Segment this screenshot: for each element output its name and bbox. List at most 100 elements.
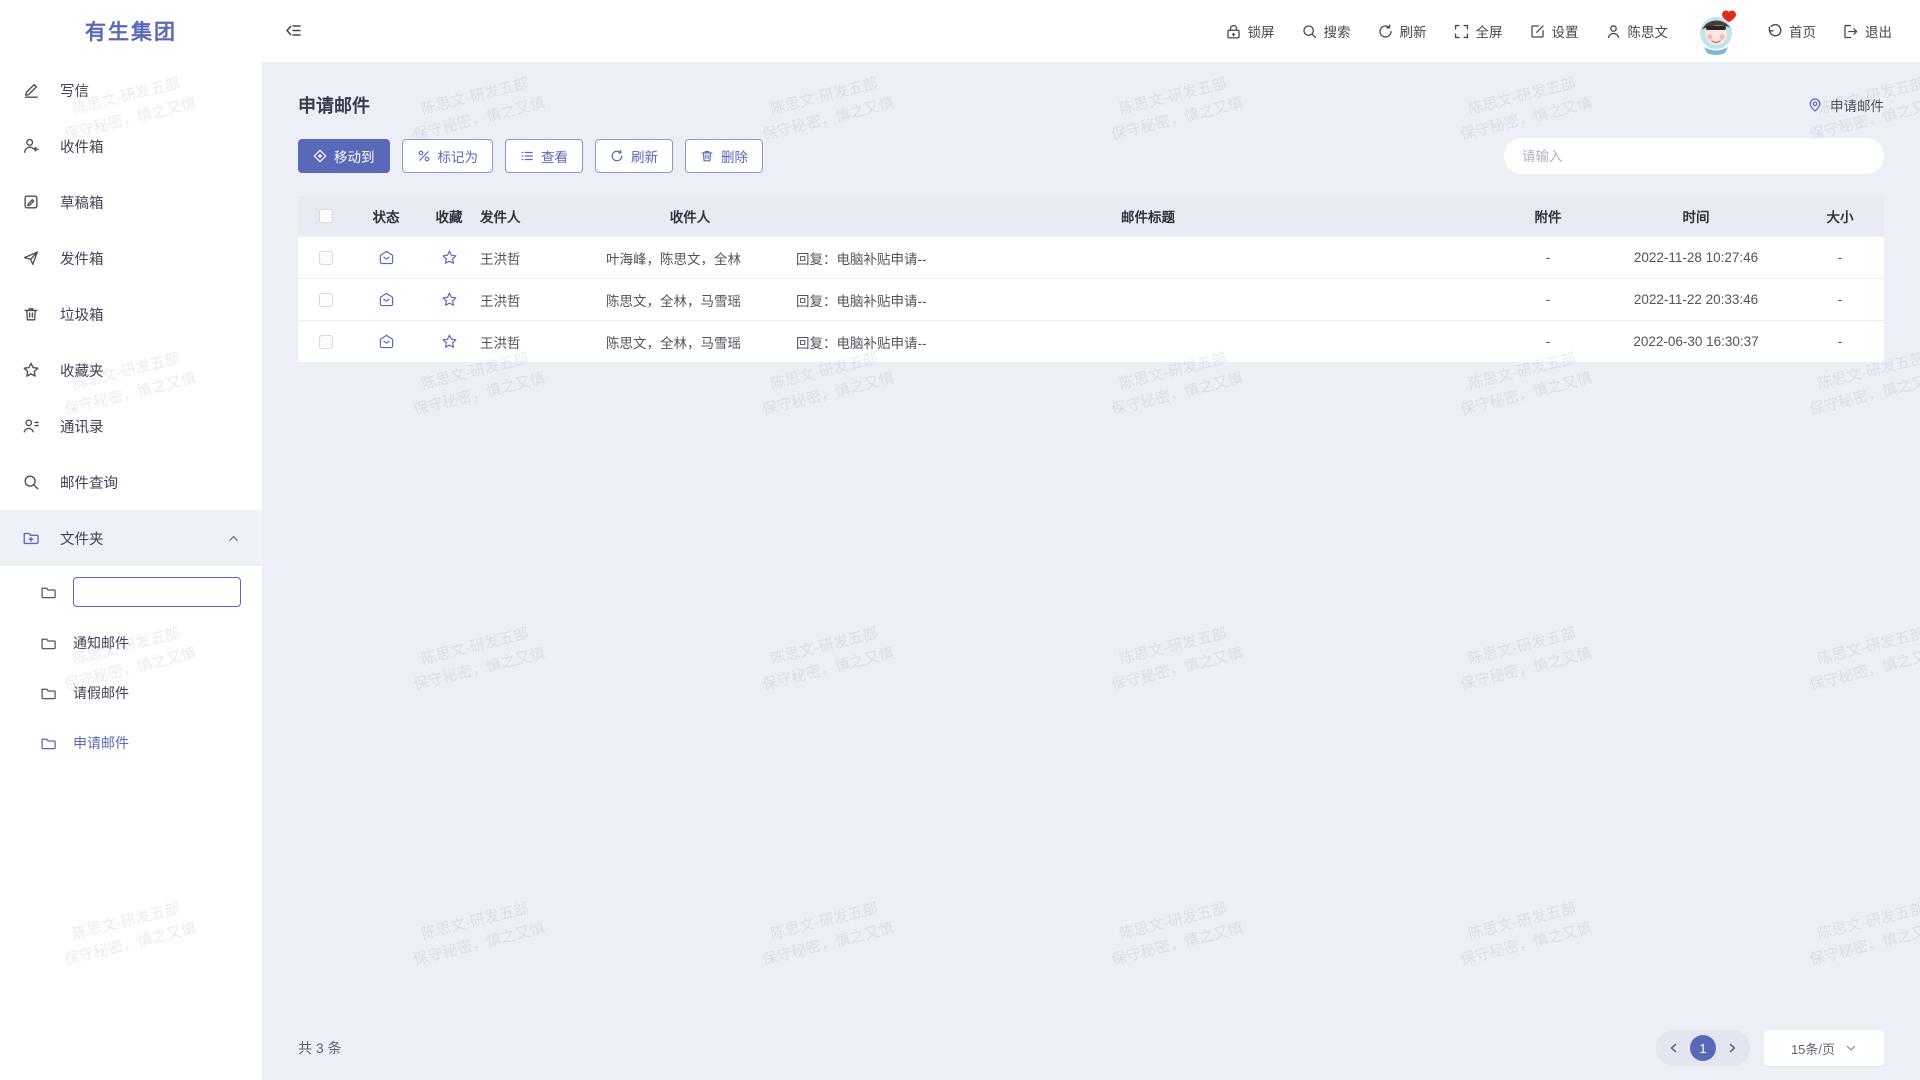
folder-icon [40,685,57,702]
sidebar-item-favorites[interactable]: 收藏夹 [0,342,262,398]
prev-page-button[interactable] [1665,1039,1683,1057]
sidebar-item-label: 通讯录 [60,416,240,437]
sidebar-item-label: 收藏夹 [60,360,240,381]
sidebar-item-label: 写信 [60,80,240,101]
col-favorite: 收藏 [418,206,480,226]
refresh-list-button[interactable]: 刷新 [595,139,673,173]
folder-item-label: 通知邮件 [73,633,129,653]
move-to-button[interactable]: 移动到 [298,139,390,173]
folder-item-apply[interactable]: 申请邮件 [0,718,262,768]
fullscreen-button[interactable]: 全屏 [1453,21,1503,41]
logout-icon [1842,23,1859,40]
trash-icon [22,305,40,323]
delete-button[interactable]: 删除 [685,139,763,173]
table-row[interactable]: 王洪哲 陈思文，全林，马雪瑶 回复：电脑补贴申请-- - 2022-06-30 … [298,320,1884,362]
folder-icon [40,735,57,752]
new-folder-row [0,566,262,618]
settings-icon [1529,23,1546,40]
mark-as-button[interactable]: 标记为 [402,139,494,173]
logout-button[interactable]: 退出 [1842,21,1892,41]
time-cell: 2022-11-28 10:27:46 [1596,250,1796,265]
global-search-button[interactable]: 搜索 [1301,21,1351,41]
row-checkbox[interactable] [319,335,333,349]
fullscreen-icon [1453,23,1470,40]
table-row[interactable]: 王洪哲 陈思文，全林，马雪瑶 回复：电脑补贴申请-- - 2022-11-22 … [298,278,1884,320]
current-user-button[interactable]: 陈思文 [1605,21,1669,41]
folder-item-leave[interactable]: 请假邮件 [0,668,262,718]
page-size-select[interactable]: 15条/页 [1764,1030,1884,1066]
settings-button[interactable]: 设置 [1529,21,1579,41]
new-folder-name-input[interactable] [73,577,241,607]
search-icon [22,473,40,491]
sidebar-item-contacts[interactable]: 通讯录 [0,398,262,454]
mail-open-icon [378,291,395,308]
breadcrumb: 申请邮件 [1807,95,1884,115]
sidebar-item-folders[interactable]: 文件夹 [0,510,262,566]
search-icon [1301,23,1318,40]
folder-plus-icon [22,529,40,547]
col-attachment: 附件 [1500,206,1596,226]
sidebar-item-label: 文件夹 [60,528,207,549]
sidebar-item-label: 草稿箱 [60,192,240,213]
mail-search-input[interactable] [1504,138,1884,174]
lock-icon [1225,23,1242,40]
star-icon [22,361,40,379]
view-button[interactable]: 查看 [505,139,583,173]
col-sender: 发件人 [480,206,592,226]
star-icon[interactable] [441,249,458,266]
size-cell: - [1796,334,1884,349]
topbar-actions: 锁屏 搜索 刷新 全屏 [1225,0,1893,62]
list-icon [520,149,534,163]
move-icon [313,149,327,163]
row-checkbox[interactable] [319,293,333,307]
time-cell: 2022-11-22 20:33:46 [1596,292,1796,307]
top-bar: 有生集团 锁屏 搜索 [0,0,1920,62]
draft-icon [22,193,40,211]
col-recipients: 收件人 [592,206,788,226]
sender-cell: 王洪哲 [480,248,592,268]
sidebar-item-mail-search[interactable]: 邮件查询 [0,454,262,510]
main-content: 申请邮件 申请邮件 移动到 标记为 [262,62,1920,1080]
sidebar-item-drafts[interactable]: 草稿箱 [0,174,262,230]
page-refresh-button[interactable]: 刷新 [1377,21,1427,41]
sidebar-item-trash[interactable]: 垃圾箱 [0,286,262,342]
sidebar-item-inbox[interactable]: 收件箱 [0,118,262,174]
star-icon[interactable] [441,291,458,308]
size-cell: - [1796,250,1884,265]
trash-icon [700,149,714,163]
attachment-cell: - [1500,250,1596,265]
recipients-cell: 陈思文，全林，马雪瑶 [592,290,788,310]
page-size-value: 15条/页 [1791,1039,1835,1058]
page-number-button[interactable]: 1 [1690,1035,1716,1061]
home-button[interactable]: 首页 [1766,21,1816,41]
sidebar-item-sent[interactable]: 发件箱 [0,230,262,286]
table-row[interactable]: 王洪哲 叶海峰，陈思文，全林 回复：电脑补贴申请-- - 2022-11-28 … [298,236,1884,278]
next-page-button[interactable] [1723,1039,1741,1057]
avatar[interactable] [1694,6,1740,56]
time-cell: 2022-06-30 16:30:37 [1596,334,1796,349]
menu-fold-icon [284,21,303,40]
inbox-user-icon [22,137,40,155]
folder-item-notice[interactable]: 通知邮件 [0,618,262,668]
breadcrumb-label: 申请邮件 [1830,95,1884,115]
subject-cell[interactable]: 回复：电脑补贴申请-- [788,248,1500,268]
select-all-checkbox[interactable] [319,209,333,223]
subject-cell[interactable]: 回复：电脑补贴申请-- [788,290,1500,310]
row-checkbox[interactable] [319,251,333,265]
star-icon[interactable] [441,333,458,350]
user-icon [1605,23,1622,40]
chevron-up-icon [227,532,240,545]
sidebar-collapse-button[interactable] [284,21,303,40]
sidebar-item-label: 收件箱 [60,136,240,157]
location-pin-icon [1807,97,1823,113]
table-header: 状态 收藏 发件人 收件人 邮件标题 附件 时间 大小 [298,196,1884,236]
mark-icon [417,149,431,163]
sender-cell: 王洪哲 [480,290,592,310]
sidebar-item-label: 垃圾箱 [60,304,240,325]
lock-screen-button[interactable]: 锁屏 [1225,21,1275,41]
subject-cell[interactable]: 回复：电脑补贴申请-- [788,332,1500,352]
sidebar: 写信 收件箱 草稿箱 发件箱 垃圾箱 [0,62,262,1080]
col-subject: 邮件标题 [788,206,1500,226]
sidebar-item-compose[interactable]: 写信 [0,62,262,118]
refresh-icon [610,149,624,163]
